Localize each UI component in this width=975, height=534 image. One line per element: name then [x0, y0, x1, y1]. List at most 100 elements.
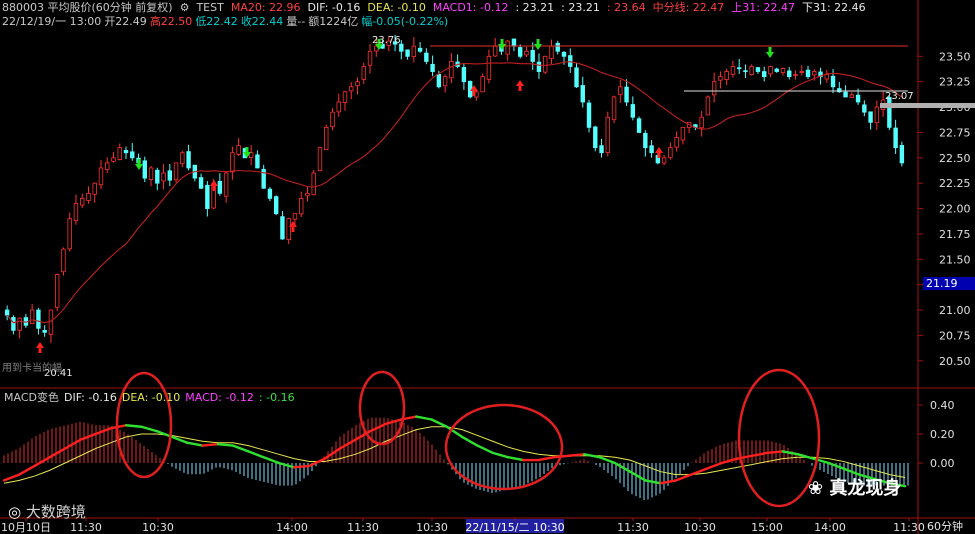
x-axis-label: 10月10日 [1, 521, 51, 534]
candle-body [530, 50, 535, 62]
candle-body [574, 67, 579, 88]
candle-body [417, 47, 423, 52]
candle-body [718, 76, 723, 81]
dif-segment [94, 427, 113, 436]
candle-body [793, 74, 798, 76]
candle-body [80, 198, 85, 206]
candle-body [255, 154, 260, 169]
candle-body [787, 70, 792, 78]
dif-segment [262, 456, 281, 465]
candle-body [762, 71, 767, 78]
candle-body [605, 116, 610, 153]
dif-segment [491, 451, 510, 459]
candle-body [336, 101, 341, 113]
dea-line [3, 426, 906, 484]
dif-segment [766, 450, 785, 455]
macd-tick-label: 0.40 [930, 399, 955, 412]
candle-body [167, 170, 173, 181]
candle-body [280, 216, 285, 240]
candle-body [812, 71, 817, 76]
candle-body [54, 274, 60, 308]
candle-body [198, 177, 204, 189]
dif-segment [751, 451, 769, 457]
candle-body [73, 203, 79, 222]
candle-body [17, 317, 22, 331]
price-tick-label: 20.50 [939, 355, 971, 368]
candle-body [424, 52, 429, 62]
x-axis-label: 14:00 [276, 521, 308, 534]
header-field-3: MA20: 22.96 [230, 1, 301, 14]
dif-segment [109, 424, 128, 430]
candle-body [205, 184, 210, 209]
candle-body [643, 132, 648, 149]
candle-body [668, 147, 673, 159]
candle-body [430, 63, 435, 72]
price-header: 880003 平均股价(60分钟 前复权) ⚙ TEST MA20: 22.96 DIF… [2, 1, 873, 14]
candle-body [236, 145, 241, 155]
candle-body [111, 157, 116, 162]
candle-body [661, 157, 667, 164]
candle-body [768, 66, 773, 75]
candle-body [292, 213, 298, 220]
candle-body [230, 152, 235, 173]
buy-arrow-icon [210, 180, 218, 191]
candle-body [805, 69, 811, 78]
candle-body [361, 66, 366, 80]
candle-body [4, 309, 10, 316]
macd-field-1: DIF: -0.16 [63, 391, 117, 404]
price-tick-label: 21.00 [939, 304, 971, 317]
header-field-6: MACD1: -0.12 [432, 1, 509, 14]
candle-body [355, 81, 360, 87]
header-field-4: DIF: -0.16 [307, 1, 361, 14]
candle-body [624, 86, 629, 103]
candle-body [273, 196, 279, 215]
price-tick-label: 22.00 [939, 203, 971, 216]
header-field-12: 下31: 22.46 [801, 1, 866, 14]
candle-body [142, 160, 147, 179]
header-field-1: ⚙ [179, 1, 190, 14]
quote-header: 22/12/19/一 13:00 开22.49 高22.50 低22.42 收22.44… [2, 15, 451, 28]
candle-body [730, 66, 736, 75]
annotation-circle [737, 368, 821, 508]
candle-body [618, 86, 623, 95]
price-tick-label: 23.50 [939, 50, 971, 63]
quote-field-6: 额1224亿 [308, 15, 359, 28]
candle-body [405, 49, 410, 57]
price-tick-label: 23.25 [939, 76, 971, 89]
candle-body [436, 73, 442, 88]
macd-field-2: DEA: -0.10 [121, 391, 181, 404]
candle-body [411, 45, 417, 57]
dif-segment [201, 442, 219, 447]
candle-body [855, 94, 861, 103]
candle-body [674, 137, 679, 148]
candle-body [505, 40, 510, 55]
dif-segment [18, 464, 36, 476]
right-price-marker: 23.07 [885, 91, 914, 102]
candle-body [843, 91, 848, 98]
candle-body [524, 50, 529, 56]
candle-body [61, 248, 66, 273]
dif-segment [140, 425, 158, 433]
candle-body [48, 309, 54, 335]
candle-body [630, 104, 636, 118]
header-field-11: 上31: 22.47 [731, 1, 795, 14]
candle-body [299, 198, 304, 215]
header-field-10: 中分线: 22.47 [652, 1, 725, 14]
kline-chart[interactable]: 23.5023.2523.0022.7522.5022.2522.0021.75… [0, 0, 975, 534]
quote-field-2: 高22.50 [149, 15, 193, 28]
dif-segment [247, 450, 265, 459]
candle-body [449, 61, 454, 79]
dif-segment [63, 438, 82, 450]
macd-field-3: MACD: -0.12 [185, 391, 254, 404]
watermark-text: 用到卡当的幅 [2, 363, 62, 374]
macd-field-0: MACD变色 [4, 391, 59, 404]
sell-arrow-icon [534, 39, 542, 50]
dif-segment [292, 464, 311, 469]
price-tick-label: 20.75 [939, 329, 971, 342]
candle-body [599, 145, 604, 154]
period-label[interactable]: 60分钟 [927, 520, 963, 533]
candle-body [461, 67, 467, 83]
current-price-bar [880, 103, 975, 108]
dif-segment [369, 422, 387, 433]
candle-body [324, 126, 329, 150]
